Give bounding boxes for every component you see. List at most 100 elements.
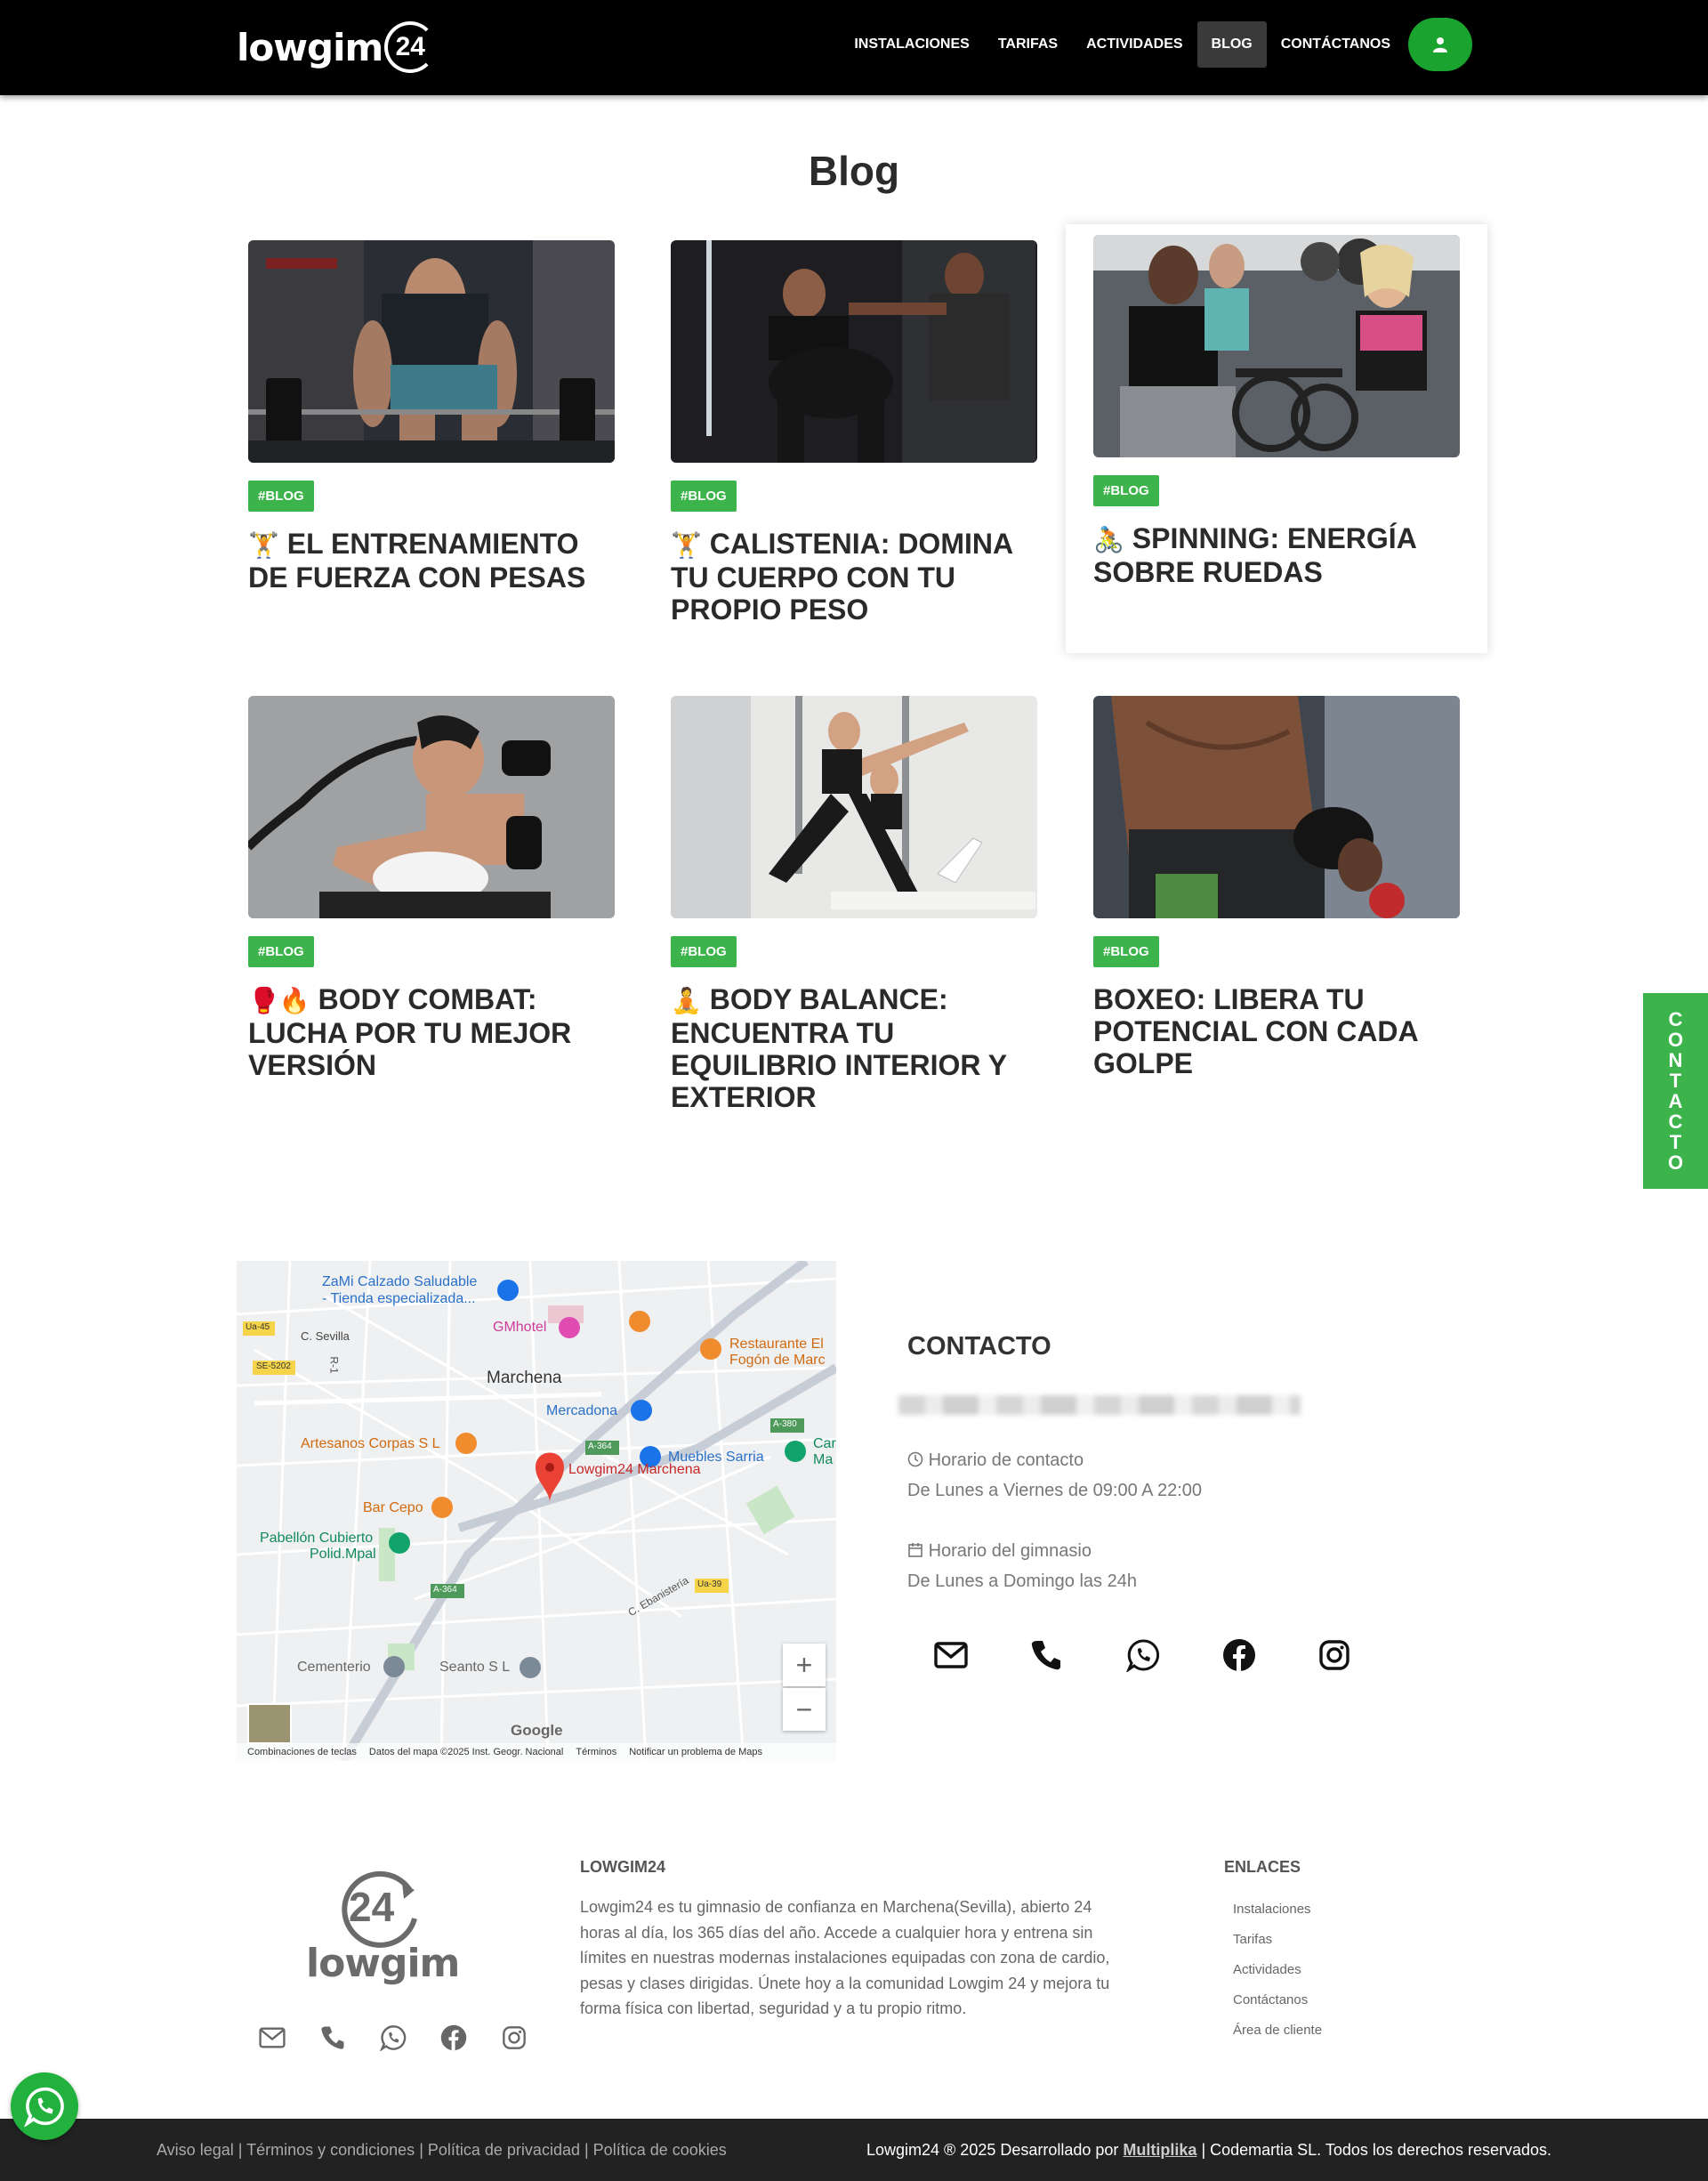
footer-logo[interactable]: 24 lowgim [302,1856,460,1990]
google-map[interactable]: ZaMi Calzado Saludable - Tienda especial… [237,1261,836,1761]
nav-actividades[interactable]: ACTIVIDADES [1072,21,1196,68]
post-title[interactable]: 🚴 SPINNING: ENERGÍA SOBRE RUEDAS [1093,522,1460,588]
footer-email-button[interactable] [242,2020,302,2056]
footer-link-contactanos[interactable]: Contáctanos [1224,1985,1322,2015]
cyclist-emoji: 🚴 [1093,525,1124,554]
post-image-boxing[interactable] [1093,696,1460,918]
footer-link-instalaciones[interactable]: Instalaciones [1224,1894,1322,1925]
post-image-spinning[interactable] [1093,235,1460,457]
footer-link-area-cliente[interactable]: Área de cliente [1224,2015,1322,2046]
blog-tag[interactable]: #BLOG [248,936,314,967]
legal-cookies-link[interactable]: Política de cookies [593,2141,727,2159]
legal-privacidad-link[interactable]: Política de privacidad [428,2141,580,2159]
map-terms-link[interactable]: Términos [576,1747,616,1757]
email-button[interactable] [934,1634,1030,1676]
envelope-icon [259,2027,286,2048]
contact-side-tab[interactable]: CONTACTO [1643,993,1708,1189]
post-title-text: BOXEO: LIBERA TU POTENCIAL CON CADA GOLP… [1093,983,1418,1079]
separator: | [415,2140,428,2159]
map-place[interactable]: Mercadona [546,1403,617,1419]
nav-blog[interactable]: BLOG [1196,21,1267,68]
footer-instagram-button[interactable] [484,2020,544,2056]
map-place[interactable]: Cementerio [297,1660,371,1676]
map-place[interactable]: ZaMi Calzado Saludable [322,1274,477,1290]
envelope-icon [934,1642,968,1668]
footer-link-tarifas[interactable]: Tarifas [1224,1925,1322,1955]
post-image-body-combat[interactable] [248,696,615,918]
contact-tab-letter: T [1669,1131,1682,1153]
footer-facebook-button[interactable] [423,2020,484,2056]
bottom-bar: Aviso legal | Términos y condiciones | P… [0,2119,1708,2181]
blog-card[interactable]: #BLOG 🏋️ CALISTENIA: DOMINA TU CUERPO CO… [671,240,1037,626]
clock-icon [907,1451,923,1467]
road-shield: SE-5202 [256,1361,291,1371]
zoom-in-button[interactable]: + [783,1644,826,1686]
blog-tag[interactable]: #BLOG [671,936,737,967]
nav-instalaciones[interactable]: INSTALACIONES [840,21,983,68]
user-account-button[interactable] [1408,18,1472,71]
contact-hours-label: Horario de contacto [907,1445,1406,1475]
map-place[interactable]: Restaurante El [729,1337,824,1353]
blog-tag[interactable]: #BLOG [671,481,737,512]
post-image-body-balance[interactable] [671,696,1037,918]
contact-hours-value: De Lunes a Viernes de 09:00 A 22:00 [907,1481,1203,1500]
post-title[interactable]: 🏋️ EL ENTRENAMIENTO DE FUERZA CON PESAS [248,528,615,594]
footer-about-title: LOWGIM24 [580,1858,666,1876]
map-shortcuts-link[interactable]: Combinaciones de teclas [247,1747,357,1757]
whatsapp-icon [24,2087,64,2127]
separator: | [233,2140,247,2159]
map-place-lowgim[interactable]: Lowgim24 Marchena [568,1462,701,1478]
post-title[interactable]: 🏋️ CALISTENIA: DOMINA TU CUERPO CON TU P… [671,528,1037,626]
whatsapp-button[interactable] [1126,1634,1222,1676]
post-title[interactable]: BOXEO: LIBERA TU POTENCIAL CON CADA GOLP… [1093,983,1460,1079]
post-image-weights[interactable] [248,240,615,463]
blog-tag[interactable]: #BLOG [248,481,314,512]
road-shield: A-364 [433,1585,457,1595]
post-title[interactable]: 🥊🔥 BODY COMBAT: LUCHA POR TU MEJOR VERSI… [248,983,615,1081]
post-title-text: EL ENTRENAMIENTO DE FUERZA CON PESAS [248,528,586,594]
multiplika-link[interactable]: Multiplika [1123,2141,1196,2159]
blog-card[interactable]: #BLOG 🧘 BODY BALANCE: ENCUENTRA TU EQUIL… [671,696,1037,1113]
map-place[interactable]: Bar Cepo [363,1500,423,1516]
user-icon [1433,37,1447,53]
blog-card[interactable]: #BLOG 🚴 SPINNING: ENERGÍA SOBRE RUEDAS [1066,224,1487,653]
blog-tag[interactable]: #BLOG [1093,936,1159,967]
weightlifter-emoji: 🏋️ [248,530,279,560]
legal-terminos-link[interactable]: Términos y condiciones [246,2141,415,2159]
blog-card[interactable]: #BLOG BOXEO: LIBERA TU POTENCIAL CON CAD… [1093,696,1460,1079]
post-title[interactable]: 🧘 BODY BALANCE: ENCUENTRA TU EQUILIBRIO … [671,983,1037,1113]
top-navbar: lowgim 24 INSTALACIONES TARIFAS ACTIVIDA… [0,0,1708,95]
phone-button[interactable] [1030,1634,1126,1676]
footer-phone-button[interactable] [302,2020,363,2056]
site-logo[interactable]: lowgim 24 [237,20,437,75]
footer-social-row [242,2020,544,2056]
post-image-calisthenics[interactable] [671,240,1037,463]
zoom-out-button[interactable]: − [783,1688,826,1731]
map-place[interactable]: Seanto S L [439,1660,510,1676]
post-title-text: CALISTENIA: DOMINA TU CUERPO CON TU PROP… [671,528,1012,626]
contact-hours-label-text: Horario de contacto [928,1450,1084,1470]
map-place[interactable]: Pabellón Cubierto [260,1531,373,1547]
whatsapp-icon [1126,1639,1160,1672]
footer-whatsapp-button[interactable] [363,2020,423,2056]
blog-card[interactable]: #BLOG 🏋️ EL ENTRENAMIENTO DE FUERZA CON … [248,240,615,594]
legal-aviso-link[interactable]: Aviso legal [157,2141,234,2159]
satellite-toggle[interactable] [247,1703,292,1744]
map-town: Marchena [487,1369,562,1387]
blog-tag[interactable]: #BLOG [1093,475,1159,506]
footer-links: ENLACES Instalaciones Tarifas Actividade… [1224,1858,1322,2046]
instagram-button[interactable] [1318,1634,1414,1676]
footer-about-text: Lowgim24 es tu gimnasio de confianza en … [580,1898,1110,2017]
footer-link-actividades[interactable]: Actividades [1224,1955,1322,1985]
phone-icon [1031,1641,1060,1670]
whatsapp-floating-button[interactable] [11,2072,78,2140]
blog-card[interactable]: #BLOG 🥊🔥 BODY COMBAT: LUCHA POR TU MEJOR… [248,696,615,1081]
map-place[interactable]: GMhotel [493,1320,546,1336]
nav-contactanos[interactable]: CONTÁCTANOS [1267,21,1405,68]
map-report-link[interactable]: Notificar un problema de Maps [629,1747,762,1757]
map-place: Car [813,1436,836,1451]
map-place[interactable]: Artesanos Corpas S L [301,1436,440,1452]
nav-tarifas[interactable]: TARIFAS [984,21,1072,68]
road-shield: A-380 [773,1419,797,1429]
facebook-button[interactable] [1222,1634,1318,1676]
